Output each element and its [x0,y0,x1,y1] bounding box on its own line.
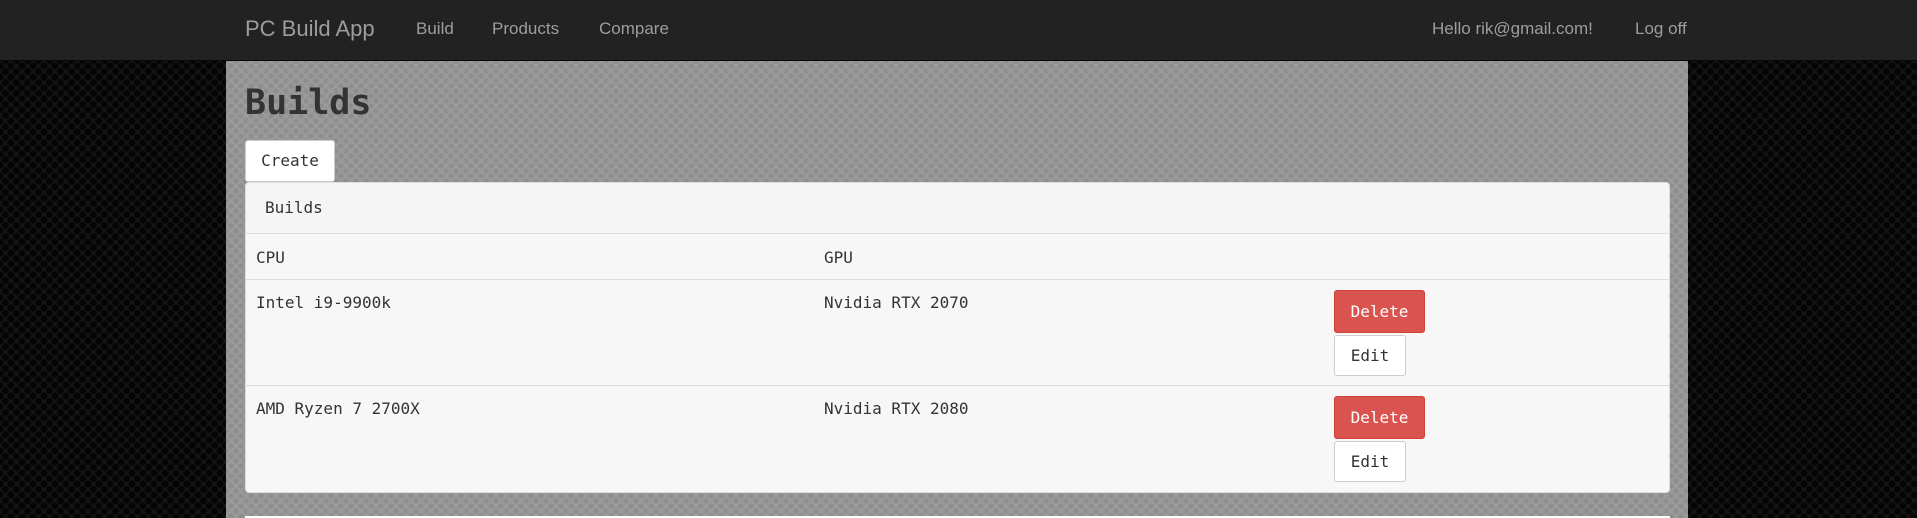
create-button[interactable]: Create [245,140,335,182]
logoff-link[interactable]: Log off [1635,0,1687,57]
table-row: Intel i9-9900k Nvidia RTX 2070 Delete Ed… [246,280,1669,386]
gpu-cell: Nvidia RTX 2080 [824,399,969,418]
nav-link-build[interactable]: Build [416,0,454,57]
nav-link-products[interactable]: Products [492,0,559,57]
table-header-row: CPU GPU [246,234,1669,280]
cpu-cell: AMD Ryzen 7 2700X [256,399,420,418]
cpu-cell: Intel i9-9900k [256,293,391,312]
brand-link[interactable]: PC Build App [245,0,375,57]
panel-heading: Builds [246,183,1669,234]
edit-button[interactable]: Edit [1334,441,1406,482]
column-header-gpu: GPU [824,248,853,267]
top-navbar: PC Build App Build Products Compare Hell… [0,0,1917,61]
delete-button[interactable]: Delete [1334,290,1425,333]
gpu-cell: Nvidia RTX 2070 [824,293,969,312]
builds-panel: Builds CPU GPU Intel i9-9900k Nvidia RTX… [245,182,1670,493]
table-row: AMD Ryzen 7 2700X Nvidia RTX 2080 Delete… [246,386,1669,492]
edit-button[interactable]: Edit [1334,335,1406,376]
delete-button[interactable]: Delete [1334,396,1425,439]
page-title: Builds [245,83,372,123]
main-content: Builds Create Builds CPU GPU Intel i9-99… [226,61,1688,518]
account-greeting-link[interactable]: Hello rik@gmail.com! [1432,0,1593,57]
nav-link-compare[interactable]: Compare [599,0,669,57]
column-header-cpu: CPU [256,248,285,267]
